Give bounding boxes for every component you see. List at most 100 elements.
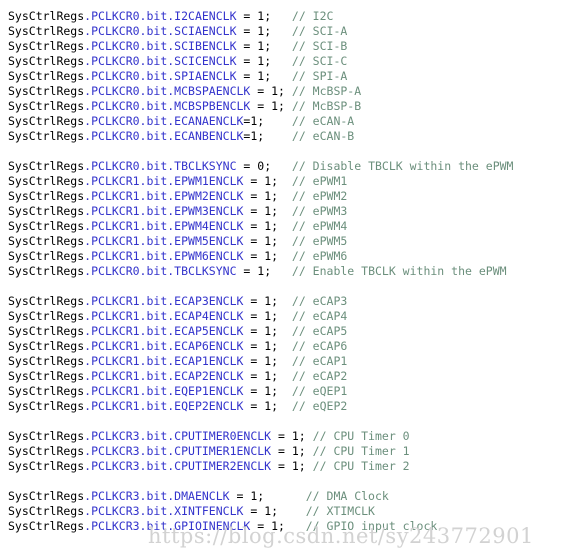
code-line[interactable]: SysCtrlRegs.PCLKCR1.bit.EPWM1ENCLK = 1; … xyxy=(0,174,568,189)
code-line[interactable]: SysCtrlRegs.PCLKCR3.bit.CPUTIMER1ENCLK =… xyxy=(0,444,568,459)
token-member-path: .PCLKCR1.bit.ECAP6ENCLK xyxy=(84,339,244,353)
code-line[interactable]: SysCtrlRegs.PCLKCR0.bit.SCICENCLK = 1; /… xyxy=(0,54,568,69)
code-line[interactable]: SysCtrlRegs.PCLKCR3.bit.XINTFENCLK = 1; … xyxy=(0,504,568,519)
code-line[interactable]: SysCtrlRegs.PCLKCR0.bit.SCIBENCLK = 1; /… xyxy=(0,39,568,54)
code-line[interactable]: SysCtrlRegs.PCLKCR1.bit.ECAP3ENCLK = 1; … xyxy=(0,294,568,309)
code-line[interactable]: SysCtrlRegs.PCLKCR1.bit.EPWM2ENCLK = 1; … xyxy=(0,189,568,204)
token-assignment: = 1; xyxy=(243,219,279,233)
code-line[interactable]: SysCtrlRegs.PCLKCR1.bit.EPWM5ENCLK = 1; … xyxy=(0,234,568,249)
token-assignment: = 1; xyxy=(229,489,265,503)
token-member-path: .PCLKCR3.bit.CPUTIMER0ENCLK xyxy=(84,429,272,443)
code-line-blank[interactable] xyxy=(0,144,568,159)
token-member-path: .PCLKCR3.bit.XINTFENCLK xyxy=(84,504,244,518)
token-object: SysCtrlRegs xyxy=(8,24,85,38)
token-gap xyxy=(278,309,292,323)
token-gap xyxy=(285,84,292,98)
code-line-blank[interactable] xyxy=(0,474,568,489)
code-line[interactable]: SysCtrlRegs.PCLKCR0.bit.MCBSPAENCLK = 1;… xyxy=(0,84,568,99)
token-comment: // ePWM4 xyxy=(291,219,348,233)
token-gap xyxy=(264,489,306,503)
token-assignment: = 1; xyxy=(250,519,285,533)
token-object: SysCtrlRegs xyxy=(8,264,85,278)
code-viewer[interactable]: SysCtrlRegs.PCLKCR0.bit.I2CAENCLK = 1; /… xyxy=(0,0,568,551)
code-line[interactable]: SysCtrlRegs.PCLKCR0.bit.I2CAENCLK = 1; /… xyxy=(0,9,568,24)
token-comment: // eCAN-B xyxy=(291,129,355,143)
token-comment: // eCAP3 xyxy=(291,294,348,308)
token-object: SysCtrlRegs xyxy=(8,174,85,188)
code-line[interactable]: SysCtrlRegs.PCLKCR1.bit.ECAP2ENCLK = 1; … xyxy=(0,369,568,384)
token-comment: // eCAP5 xyxy=(291,324,348,338)
token-member-path: .PCLKCR0.bit.SPIAENCLK xyxy=(84,69,237,83)
token-member-path: .PCLKCR0.bit.TBCLKSYNC xyxy=(84,264,237,278)
code-line[interactable]: SysCtrlRegs.PCLKCR1.bit.EPWM6ENCLK = 1; … xyxy=(0,249,568,264)
code-line-blank[interactable] xyxy=(0,414,568,429)
token-comment: // eQEP1 xyxy=(291,384,348,398)
code-line[interactable]: SysCtrlRegs.PCLKCR1.bit.EPWM3ENCLK = 1; … xyxy=(0,204,568,219)
code-line[interactable]: SysCtrlRegs.PCLKCR3.bit.CPUTIMER0ENCLK =… xyxy=(0,429,568,444)
token-gap xyxy=(278,504,306,518)
token-member-path: .PCLKCR0.bit.MCBSPAENCLK xyxy=(84,84,251,98)
code-line-blank[interactable] xyxy=(0,279,568,294)
code-line[interactable]: SysCtrlRegs.PCLKCR0.bit.MCBSPBENCLK = 1;… xyxy=(0,99,568,114)
token-gap xyxy=(278,189,292,203)
token-object: SysCtrlRegs xyxy=(8,189,85,203)
token-object: SysCtrlRegs xyxy=(8,114,85,128)
token-comment: // SCI-C xyxy=(291,54,348,68)
token-comment: // eCAN-A xyxy=(291,114,355,128)
code-line[interactable]: SysCtrlRegs.PCLKCR1.bit.ECAP5ENCLK = 1; … xyxy=(0,324,568,339)
token-object: SysCtrlRegs xyxy=(8,354,85,368)
code-line[interactable]: SysCtrlRegs.PCLKCR0.bit.ECANAENCLK=1; //… xyxy=(0,114,568,129)
token-assignment: = 1; xyxy=(243,249,279,263)
code-line[interactable]: SysCtrlRegs.PCLKCR1.bit.ECAP4ENCLK = 1; … xyxy=(0,309,568,324)
token-comment: // CPU Timer 2 xyxy=(312,459,410,473)
token-object: SysCtrlRegs xyxy=(8,9,85,23)
token-member-path: .PCLKCR3.bit.CPUTIMER1ENCLK xyxy=(84,444,272,458)
token-member-path: .PCLKCR1.bit.EQEP2ENCLK xyxy=(84,399,244,413)
token-assignment: = 1; xyxy=(236,69,272,83)
token-object: SysCtrlRegs xyxy=(8,39,85,53)
token-member-path: .PCLKCR0.bit.SCIBENCLK xyxy=(84,39,237,53)
code-line[interactable]: SysCtrlRegs.PCLKCR0.bit.TBCLKSYNC = 1; /… xyxy=(0,264,568,279)
code-line[interactable]: SysCtrlRegs.PCLKCR3.bit.GPIOINENCLK = 1;… xyxy=(0,519,568,534)
token-gap xyxy=(285,99,292,113)
token-comment: // eCAP4 xyxy=(291,309,348,323)
token-assignment: = 1; xyxy=(243,399,279,413)
token-member-path: .PCLKCR1.bit.EPWM1ENCLK xyxy=(84,174,244,188)
token-comment: // eCAP1 xyxy=(291,354,348,368)
token-comment: // SPI-A xyxy=(291,69,348,83)
token-object: SysCtrlRegs xyxy=(8,69,85,83)
code-line[interactable]: SysCtrlRegs.PCLKCR1.bit.EQEP1ENCLK = 1; … xyxy=(0,384,568,399)
token-object: SysCtrlRegs xyxy=(8,84,85,98)
code-line[interactable]: SysCtrlRegs.PCLKCR3.bit.CPUTIMER2ENCLK =… xyxy=(0,459,568,474)
token-member-path: .PCLKCR0.bit.MCBSPBENCLK xyxy=(84,99,251,113)
token-assignment: = 1; xyxy=(243,309,279,323)
token-comment: // McBSP-B xyxy=(291,99,362,113)
code-line[interactable]: SysCtrlRegs.PCLKCR1.bit.ECAP1ENCLK = 1; … xyxy=(0,354,568,369)
token-comment: // Disable TBCLK within the ePWM xyxy=(291,159,514,173)
token-assignment: = 1; xyxy=(243,234,279,248)
token-comment: // ePWM2 xyxy=(291,189,348,203)
token-object: SysCtrlRegs xyxy=(8,519,85,533)
token-assignment: = 1; xyxy=(243,204,279,218)
code-line[interactable]: SysCtrlRegs.PCLKCR1.bit.EPWM4ENCLK = 1; … xyxy=(0,219,568,234)
token-assignment: = 1; xyxy=(236,9,272,23)
code-line[interactable]: SysCtrlRegs.PCLKCR0.bit.TBCLKSYNC = 0; /… xyxy=(0,159,568,174)
token-object: SysCtrlRegs xyxy=(8,219,85,233)
code-line[interactable]: SysCtrlRegs.PCLKCR0.bit.SCIAENCLK = 1; /… xyxy=(0,24,568,39)
token-gap xyxy=(278,369,292,383)
token-comment: // GPIO input clock xyxy=(305,519,438,533)
token-object: SysCtrlRegs xyxy=(8,369,85,383)
code-line[interactable]: SysCtrlRegs.PCLKCR3.bit.DMAENCLK = 1; //… xyxy=(0,489,568,504)
token-assignment: = 1; xyxy=(243,339,279,353)
code-line[interactable]: SysCtrlRegs.PCLKCR0.bit.SPIAENCLK = 1; /… xyxy=(0,69,568,84)
code-line[interactable]: SysCtrlRegs.PCLKCR0.bit.ECANBENCLK=1; //… xyxy=(0,129,568,144)
token-member-path: .PCLKCR0.bit.ECANAENCLK xyxy=(84,114,244,128)
code-line[interactable]: SysCtrlRegs.PCLKCR1.bit.ECAP6ENCLK = 1; … xyxy=(0,339,568,354)
token-object: SysCtrlRegs xyxy=(8,489,85,503)
code-line[interactable]: SysCtrlRegs.PCLKCR1.bit.EQEP2ENCLK = 1; … xyxy=(0,399,568,414)
token-object: SysCtrlRegs xyxy=(8,384,85,398)
token-comment: // eCAP2 xyxy=(291,369,348,383)
token-gap xyxy=(271,54,292,68)
token-object: SysCtrlRegs xyxy=(8,294,85,308)
token-gap xyxy=(285,519,306,533)
